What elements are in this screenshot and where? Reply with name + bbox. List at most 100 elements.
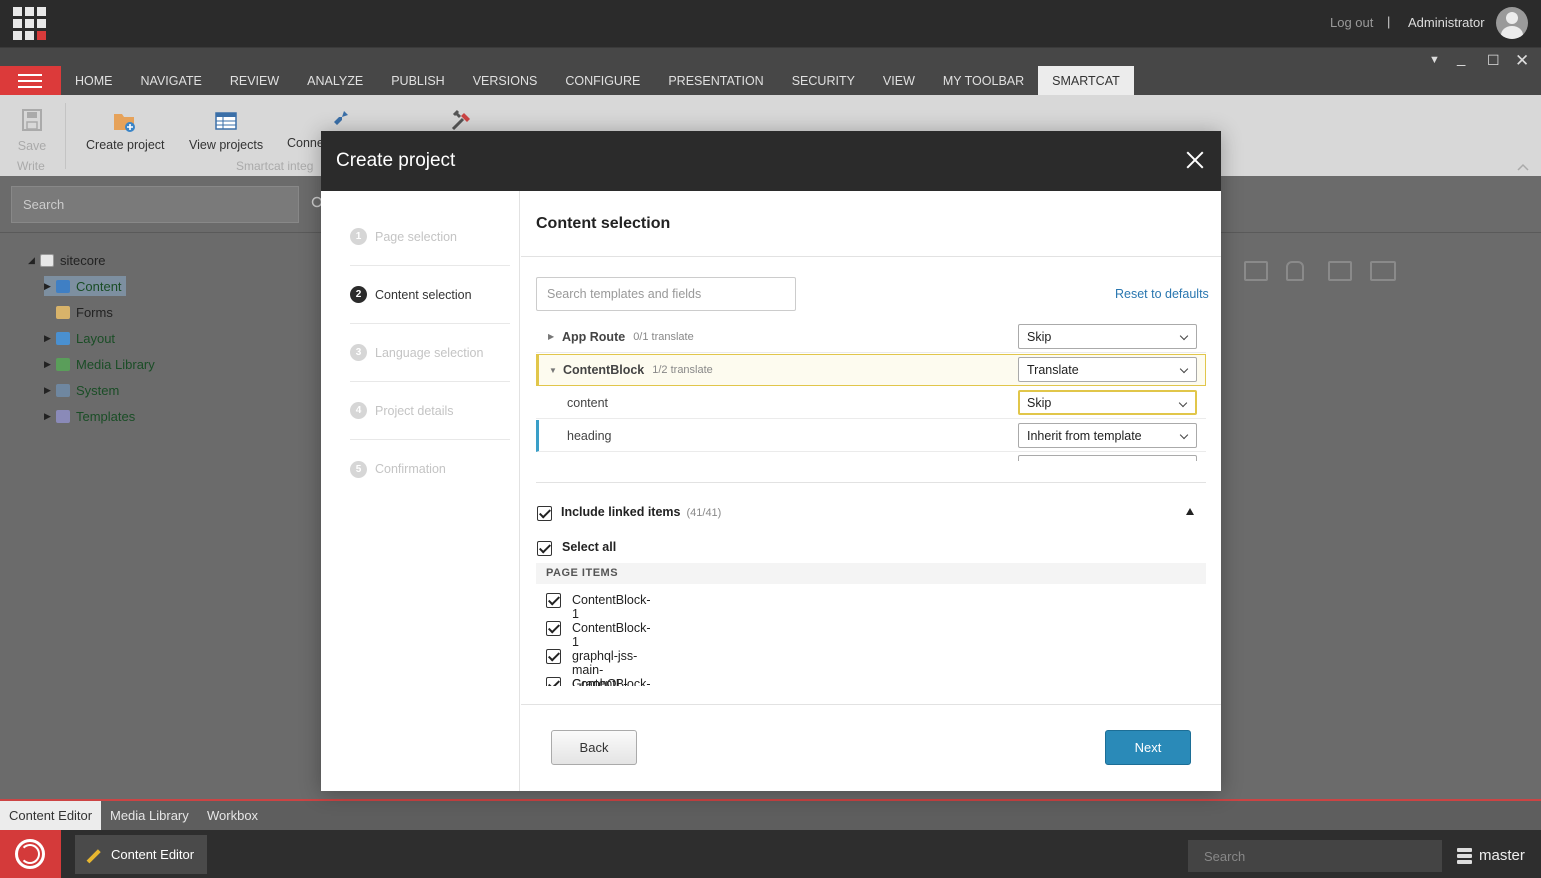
tab-my-toolbar[interactable]: MY TOOLBAR	[929, 66, 1038, 96]
connect-label: Conne	[287, 136, 324, 150]
tree-item-label: sitecore	[60, 252, 106, 268]
field-row-heading[interactable]: heading Inherit from template	[536, 420, 1206, 452]
tree-item-sitecore[interactable]: ◢ sitecore	[28, 250, 106, 270]
translation-select[interactable]	[1018, 455, 1197, 461]
collapse-arrow-icon[interactable]	[1186, 508, 1194, 515]
tab-workbox[interactable]: Workbox	[198, 801, 267, 830]
view-projects-button[interactable]: View projects	[189, 111, 263, 152]
step-number: 3	[350, 344, 367, 361]
template-count: 0/1 translate	[633, 330, 694, 343]
content-selection-panel: Content selection Search templates and f…	[521, 191, 1221, 791]
expand-arrow-icon[interactable]: ▶	[548, 332, 562, 341]
tab-home[interactable]: HOME	[61, 66, 127, 96]
select-all-checkbox[interactable]	[537, 541, 552, 556]
tab-review[interactable]: REVIEW	[216, 66, 293, 96]
database-name[interactable]: master	[1479, 847, 1525, 864]
reset-defaults-link[interactable]: Reset to defaults	[1115, 287, 1209, 301]
taskbar-search-input[interactable]: Search	[1188, 840, 1442, 872]
step-label: Content selection	[375, 287, 472, 302]
step-content-selection[interactable]: 2 Content selection	[350, 266, 510, 324]
template-name: ContentBlock	[563, 363, 645, 377]
folder-add-icon	[114, 114, 136, 132]
tab-smartcat[interactable]: SMARTCAT	[1038, 66, 1134, 96]
tree-item-layout[interactable]: ▶ Layout	[44, 328, 115, 348]
tab-media-library[interactable]: Media Library	[101, 801, 198, 830]
step-confirmation[interactable]: 5 Confirmation	[350, 440, 510, 498]
expand-arrow-icon[interactable]: ▶	[44, 333, 56, 344]
divider	[521, 256, 1221, 257]
step-project-details[interactable]: 4 Project details	[350, 382, 510, 440]
include-linked-label: Include linked items (41/41)	[561, 505, 722, 519]
tab-configure[interactable]: CONFIGURE	[551, 66, 654, 96]
tree-item-forms[interactable]: Forms	[44, 302, 113, 322]
wizard-steps: 1 Page selection 2 Content selection 3 L…	[321, 191, 520, 791]
expand-arrow-icon[interactable]: ◢	[28, 255, 40, 266]
avatar[interactable]	[1496, 7, 1528, 39]
launchpad-grid-icon[interactable]	[13, 7, 46, 40]
minimize-icon[interactable]: _	[1457, 50, 1465, 67]
field-row-content[interactable]: content Skip	[536, 387, 1206, 419]
save-button[interactable]: Save	[14, 109, 50, 153]
tab-versions[interactable]: VERSIONS	[459, 66, 552, 96]
collapse-arrow-icon[interactable]: ▼	[549, 366, 563, 375]
back-button[interactable]: Back	[551, 730, 637, 765]
step-label: Page selection	[375, 229, 458, 244]
pencil-icon	[86, 849, 101, 864]
create-project-label: Create project	[86, 138, 165, 152]
dropdown-arrow-icon[interactable]: ▼	[1429, 54, 1440, 66]
step-number: 2	[350, 286, 367, 303]
tree-item-templates[interactable]: ▶ Templates	[44, 406, 135, 426]
search-input[interactable]: Search	[11, 186, 299, 223]
dialog-title: Create project	[336, 150, 456, 171]
tab-analyze[interactable]: ANALYZE	[293, 66, 377, 96]
close-window-icon[interactable]: ✕	[1515, 51, 1529, 71]
translation-select[interactable]: Skip	[1018, 324, 1197, 349]
divider	[536, 482, 1206, 483]
close-icon[interactable]	[1184, 149, 1206, 171]
step-language-selection[interactable]: 3 Language selection	[350, 324, 510, 382]
create-project-button[interactable]: Create project	[86, 111, 165, 152]
tree-item-content[interactable]: ▶ Content	[44, 276, 126, 296]
item-checkbox[interactable]	[546, 649, 561, 664]
item-checkbox[interactable]	[546, 593, 561, 608]
expand-arrow-icon[interactable]: ▶	[44, 281, 56, 292]
tab-security[interactable]: SECURITY	[778, 66, 869, 96]
expand-arrow-icon[interactable]: ▶	[44, 359, 56, 370]
taskbar-content-editor[interactable]: Content Editor	[75, 835, 207, 874]
sitecore-logo-icon[interactable]	[0, 830, 61, 878]
item-checkbox[interactable]	[546, 621, 561, 636]
system-icon	[56, 383, 70, 397]
tab-presentation[interactable]: PRESENTATION	[654, 66, 777, 96]
tools-icon	[451, 109, 470, 131]
tab-publish[interactable]: PUBLISH	[377, 66, 459, 96]
item-checkbox[interactable]	[546, 677, 561, 686]
connect-button[interactable]: Conne	[287, 136, 324, 150]
translation-select[interactable]: Skip	[1018, 390, 1197, 415]
tab-view[interactable]: VIEW	[869, 66, 929, 96]
write-group-label: Write	[17, 159, 45, 173]
tree-item-label: Templates	[76, 408, 136, 424]
translation-select[interactable]: Inherit from template	[1018, 423, 1197, 448]
expand-arrow-icon[interactable]: ▶	[44, 411, 56, 422]
table-icon	[215, 112, 237, 130]
menu-icon[interactable]	[0, 66, 61, 96]
tree-item-media-library[interactable]: ▶ Media Library	[44, 354, 155, 374]
ribbon-tabs: HOME NAVIGATE REVIEW ANALYZE PUBLISH VER…	[61, 66, 1134, 96]
template-row-app-route[interactable]: ▶ App Route 0/1 translate Skip	[536, 321, 1206, 353]
translation-select[interactable]: Translate	[1018, 357, 1197, 382]
fields-list: content Skip heading Inherit from templa…	[521, 381, 1221, 461]
tree-item-system[interactable]: ▶ System	[44, 380, 119, 400]
tab-content-editor[interactable]: Content Editor	[0, 801, 102, 830]
collapse-ribbon-icon[interactable]	[1517, 163, 1529, 171]
next-button[interactable]: Next	[1105, 730, 1191, 765]
step-label: Project details	[375, 403, 454, 418]
user-name[interactable]: Administrator	[1408, 15, 1485, 30]
include-linked-checkbox[interactable]	[537, 506, 552, 521]
step-number: 4	[350, 402, 367, 419]
step-page-selection[interactable]: 1 Page selection	[350, 208, 510, 266]
logout-link[interactable]: Log out	[1330, 15, 1373, 30]
expand-arrow-icon[interactable]: ▶	[44, 385, 56, 396]
tab-navigate[interactable]: NAVIGATE	[127, 66, 216, 96]
template-search-input[interactable]: Search templates and fields	[536, 277, 796, 311]
maximize-icon[interactable]: ☐	[1487, 52, 1500, 69]
